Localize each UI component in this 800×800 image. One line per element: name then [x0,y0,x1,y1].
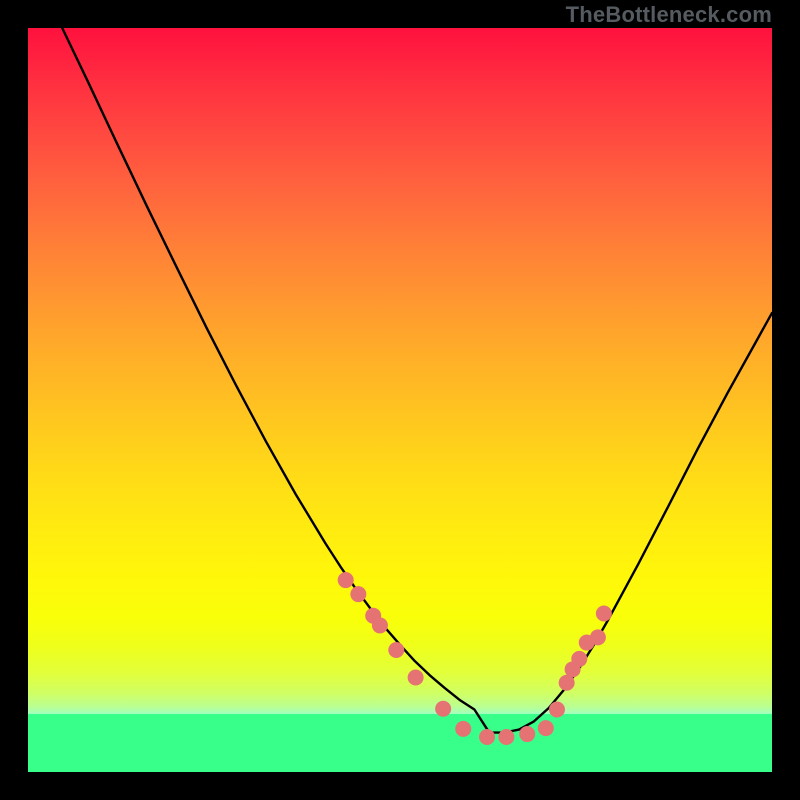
chart-marker [596,606,612,622]
chart-marker [479,729,495,745]
chart-curve [62,28,772,733]
chart-marker [435,701,451,717]
chart-marker [538,720,554,736]
chart-markers [338,572,612,745]
chart-marker [338,572,354,588]
chart-overlay [28,28,772,772]
chart-marker [590,629,606,645]
chart-marker [372,617,388,633]
chart-marker [571,651,587,667]
chart-marker [519,726,535,742]
chart-marker [388,642,404,658]
chart-area [28,28,772,772]
chart-marker [498,729,514,745]
chart-marker [350,586,366,602]
chart-marker [549,702,565,718]
chart-marker [408,670,424,686]
chart-marker [455,721,471,737]
attribution-text: TheBottleneck.com [566,2,772,28]
